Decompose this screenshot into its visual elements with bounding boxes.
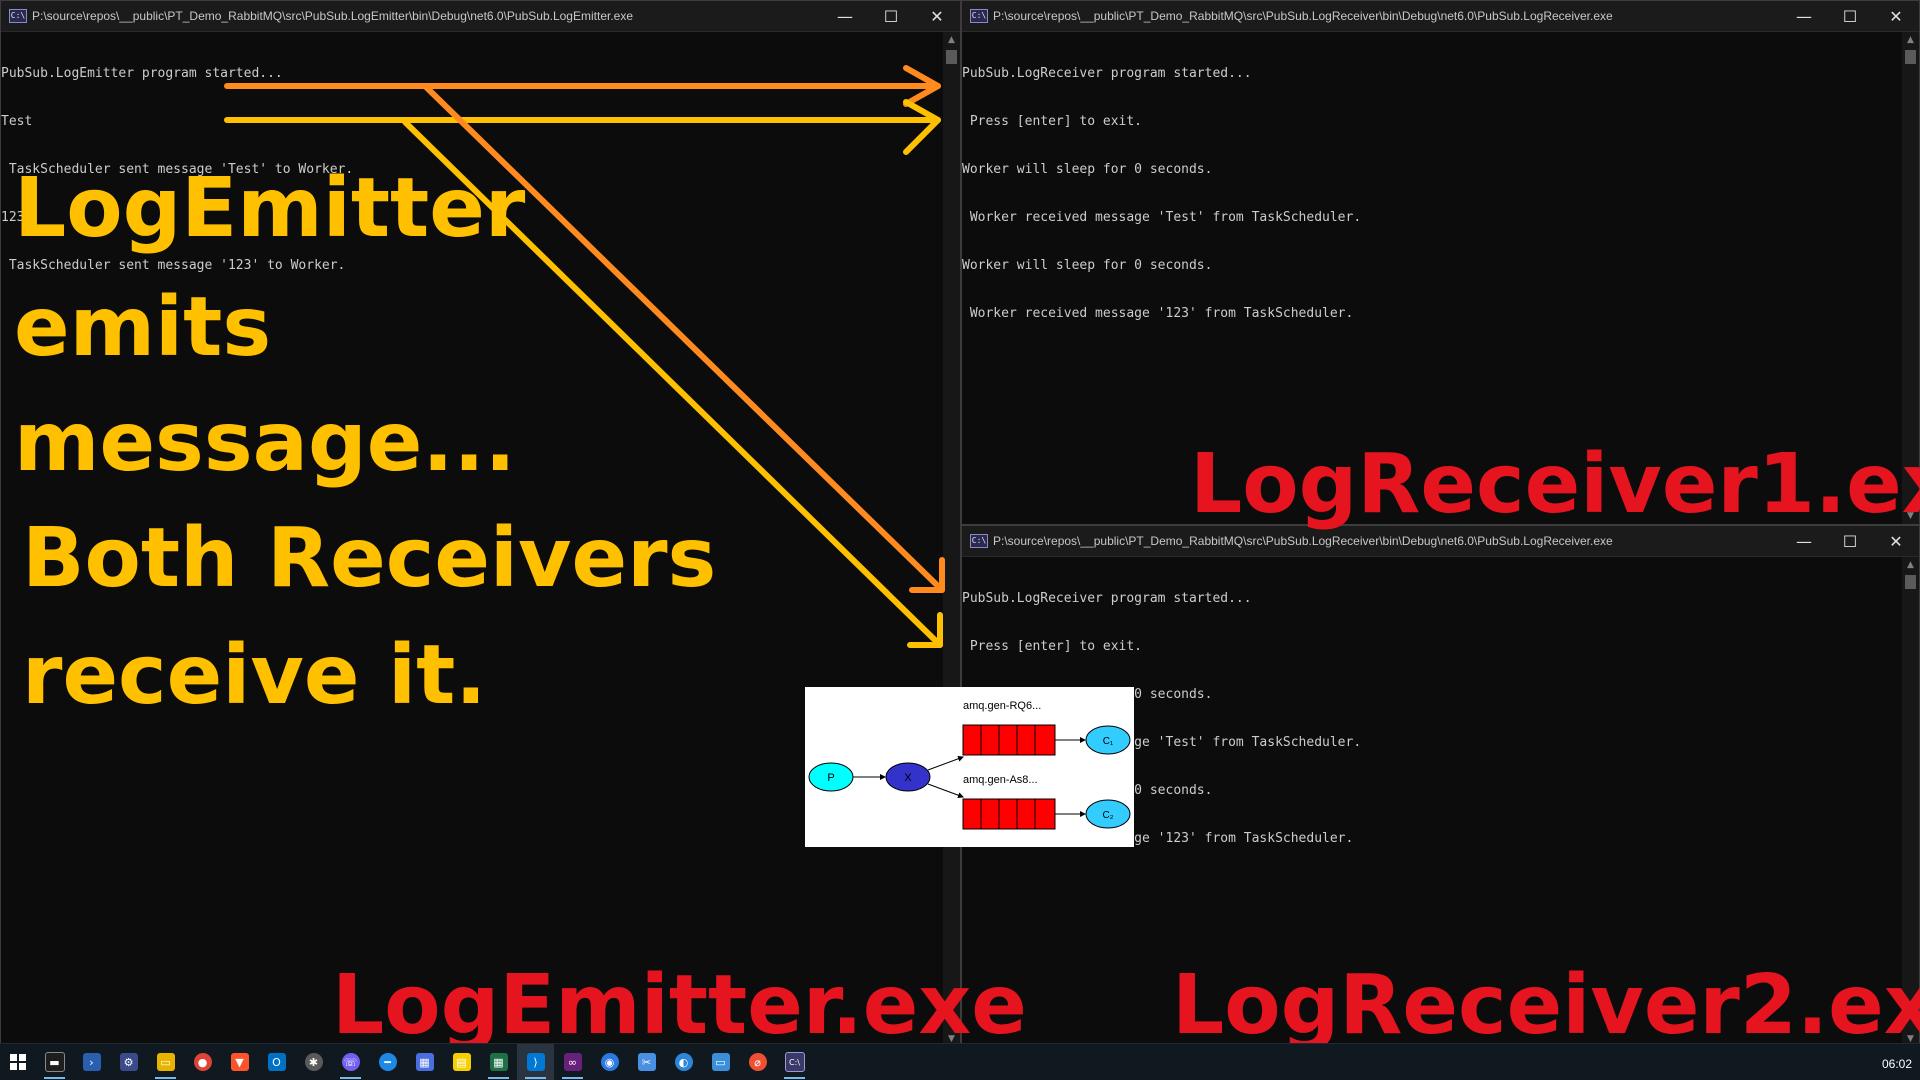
rabbitmq-fanout-diagram: P X amq.gen-RQ6... amq.gen-As8... C₁ C₂ <box>805 687 1134 847</box>
console-line: TaskScheduler sent message '123' to Work… <box>1 258 346 273</box>
console-output[interactable]: PubSub.LogReceiver program started... Pr… <box>962 32 1919 354</box>
vscode-icon[interactable]: ⟩ <box>517 1044 554 1080</box>
overlay-text-line: message... <box>14 395 516 490</box>
app-gear-icon[interactable]: ✱ <box>295 1044 332 1080</box>
scrollbar-thumb[interactable] <box>1905 50 1916 64</box>
chrome-icon[interactable]: ● <box>184 1044 221 1080</box>
ide-tool-icon[interactable]: ━ <box>369 1044 406 1080</box>
teams-app-icon[interactable]: ▦ <box>406 1044 443 1080</box>
maximize-button[interactable]: ☐ <box>868 1 914 31</box>
producer-label: P <box>827 772 834 784</box>
console-line: Worker received message '123' from TaskS… <box>962 306 1354 321</box>
viber-icon[interactable]: ☏ <box>332 1044 369 1080</box>
file-explorer-icon[interactable]: ▭ <box>147 1044 184 1080</box>
console-line: Press [enter] to exit. <box>962 639 1143 654</box>
console-line: Worker received message 'Test' from Task… <box>962 210 1362 225</box>
window-title: P:\source\repos\__public\PT_Demo_RabbitM… <box>993 534 1613 548</box>
remote-desktop-icon[interactable]: ▭ <box>702 1044 739 1080</box>
maximize-button[interactable]: ☐ <box>1827 1 1873 31</box>
brave-icon[interactable]: ▼ <box>221 1044 258 1080</box>
console-line: Worker will sleep for 0 seconds. <box>962 258 1213 273</box>
minimize-button[interactable]: — <box>822 1 868 31</box>
overlay-text-line: emits <box>14 280 272 375</box>
window-title: P:\source\repos\__public\PT_Demo_RabbitM… <box>32 9 634 23</box>
consumer2-label: C₂ <box>1102 810 1113 821</box>
snipping-tool-icon[interactable]: ✂ <box>628 1044 665 1080</box>
overlay-text-line: Both Receivers <box>22 511 717 606</box>
console-line: Press [enter] to exit. <box>962 114 1143 129</box>
emitter-titlebar[interactable]: C:\ P:\source\repos\__public\PT_Demo_Rab… <box>1 1 960 32</box>
diagram-svg: P X amq.gen-RQ6... amq.gen-As8... C₁ C₂ <box>808 700 1131 830</box>
vertical-scrollbar[interactable]: ▲ ▼ <box>943 32 960 1047</box>
minimize-button[interactable]: — <box>1781 1 1827 31</box>
scroll-up-icon[interactable]: ▲ <box>943 32 960 48</box>
console-line: PubSub.LogReceiver program started... <box>962 66 1252 81</box>
network-tool-icon[interactable]: ⚙ <box>110 1044 147 1080</box>
close-button[interactable]: ✕ <box>1873 1 1919 31</box>
console-line: PubSub.LogEmitter program started... <box>1 66 283 81</box>
taskbar: ▬ › ⚙ ▭ ● ▼ O ✱ ☏ ━ ▦ ▤ ▦ ⟩ ∞ ◉ ✂ ◐ ▭ ⌀ … <box>0 1043 1920 1080</box>
powershell-icon[interactable]: › <box>73 1044 110 1080</box>
console-app-icon: C:\ <box>9 9 27 23</box>
receiver1-titlebar[interactable]: C:\ P:\source\repos\__public\PT_Demo_Rab… <box>962 1 1919 32</box>
scrollbar-thumb[interactable] <box>946 50 957 64</box>
label-logemitter: LogEmitter.exe <box>332 958 1027 1053</box>
queue2-label: amq.gen-As8... <box>963 774 1038 786</box>
console-line: Test <box>1 114 33 129</box>
scrollbar-thumb[interactable] <box>1905 575 1916 589</box>
scroll-up-icon[interactable]: ▲ <box>1902 557 1919 573</box>
close-button[interactable]: ✕ <box>914 1 960 31</box>
overlay-text-line: LogEmitter <box>14 161 526 256</box>
notepad-app-icon[interactable]: ▤ <box>443 1044 480 1080</box>
console-app-icon: C:\ <box>970 9 988 23</box>
label-logreceiver2: LogReceiver2.exe <box>1172 958 1920 1053</box>
console-line: PubSub.LogReceiver program started... <box>962 591 1252 606</box>
outlook-icon[interactable]: O <box>258 1044 295 1080</box>
overlay-text-line: receive it. <box>22 628 487 723</box>
queue1-node <box>962 724 1056 756</box>
edge-like-icon[interactable]: ◐ <box>665 1044 702 1080</box>
console-line: Worker will sleep for 0 seconds. <box>962 162 1213 177</box>
exchange-label: X <box>904 772 912 784</box>
taskbar-clock[interactable]: 06:02 <box>1882 1057 1912 1071</box>
queue2-node <box>962 798 1056 830</box>
consumer1-label: C₁ <box>1103 736 1114 747</box>
git-app-icon[interactable]: ⌀ <box>739 1044 776 1080</box>
visual-studio-icon[interactable]: ∞ <box>554 1044 591 1080</box>
console-app-icon[interactable]: C:\ <box>776 1044 813 1080</box>
maps-app-icon[interactable]: ◉ <box>591 1044 628 1080</box>
windows-start-icon[interactable] <box>0 1044 36 1080</box>
console-app-icon: C:\ <box>970 534 988 548</box>
terminal-icon[interactable]: ▬ <box>36 1044 73 1080</box>
window-title: P:\source\repos\__public\PT_Demo_RabbitM… <box>993 9 1613 23</box>
scroll-up-icon[interactable]: ▲ <box>1902 32 1919 48</box>
queue1-label: amq.gen-RQ6... <box>963 700 1041 712</box>
excel-like-icon[interactable]: ▦ <box>480 1044 517 1080</box>
label-logreceiver1: LogReceiver1.exe <box>1190 437 1920 532</box>
